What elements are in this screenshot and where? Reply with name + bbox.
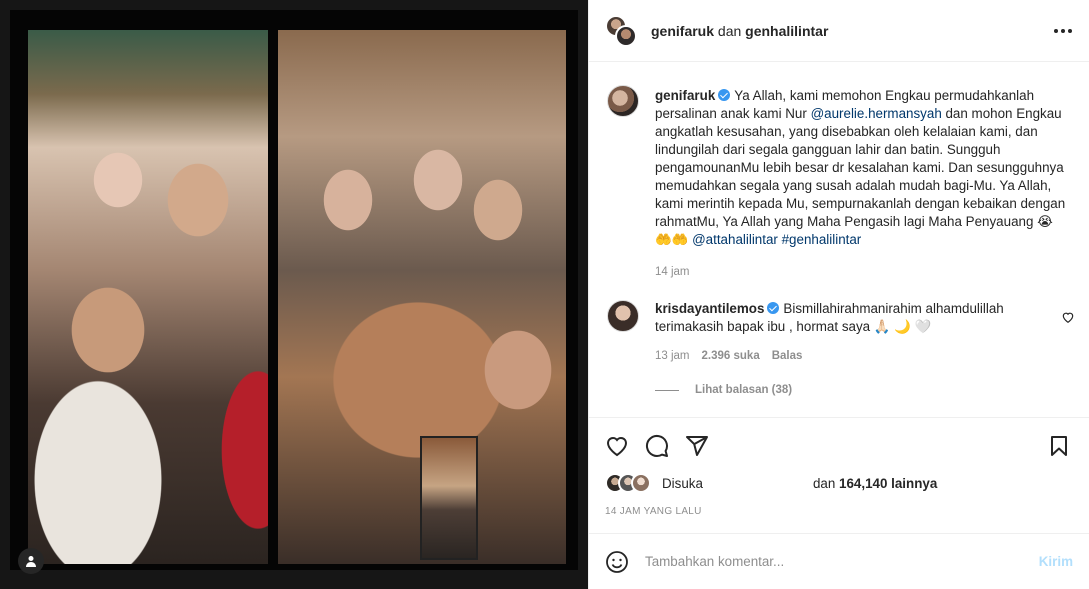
verified-badge-icon	[718, 89, 731, 101]
like-comment-heart-icon[interactable]	[1061, 310, 1075, 324]
likes-and: dan	[812, 475, 836, 491]
bookmark-icon[interactable]	[1047, 434, 1071, 458]
post-comment-button[interactable]: Kirim	[1039, 554, 1073, 569]
mention-link[interactable]: @aurelie.hermansyah	[811, 106, 942, 121]
reply-button[interactable]: Balas	[772, 350, 803, 362]
avatar[interactable]	[607, 300, 639, 332]
hashtag-link[interactable]: #genhalilintar	[782, 232, 862, 247]
comment-time[interactable]: 13 jam	[655, 350, 690, 362]
avatar[interactable]	[607, 85, 639, 117]
caption-text: genifaruk Ya Allah, kami memohon Engkau p…	[655, 81, 1073, 281]
post-header: genifaruk dan genhalilintar	[589, 0, 1089, 62]
more-options-button[interactable]	[1051, 21, 1075, 41]
tagged-users-button[interactable]	[18, 548, 44, 574]
author-link-genifaruk[interactable]: genifaruk	[651, 23, 714, 39]
verified-badge-icon	[767, 302, 780, 314]
dot-icon	[1054, 29, 1058, 33]
video-call-inset	[420, 436, 478, 560]
view-replies-label: Lihat balasan (38)	[695, 384, 793, 396]
caption-username[interactable]: genifaruk	[655, 88, 715, 103]
share-icon[interactable]	[685, 434, 709, 458]
comment-username[interactable]: krisdayantilemos	[655, 301, 764, 316]
post-media[interactable]	[0, 0, 588, 589]
avatar	[631, 473, 651, 493]
comments-section[interactable]: genifaruk Ya Allah, kami memohon Engkau p…	[589, 63, 1089, 418]
comment-meta: 13 jam 2.396 suka Balas	[655, 350, 1073, 362]
post-authors: genifaruk dan genhalilintar	[651, 23, 828, 39]
mention-link[interactable]: @attahalilintar	[692, 232, 778, 247]
emoji-icon[interactable]	[605, 550, 629, 574]
heart-icon[interactable]	[605, 434, 629, 458]
dot-icon	[1068, 29, 1072, 33]
collab-avatars[interactable]	[605, 14, 637, 47]
comment-item: krisdayantilemos Bismillahirahmanirahim a…	[605, 300, 1075, 396]
caption-text-part: dan mohon Engkau angkatlah kesusahan, ya…	[655, 106, 1066, 247]
view-replies-button[interactable]: Lihat balasan (38)	[655, 384, 1073, 396]
caption: genifaruk Ya Allah, kami memohon Engkau p…	[605, 81, 1073, 281]
add-comment-bar: Kirim	[589, 533, 1089, 589]
likes-count[interactable]: 164,140 lainnya	[839, 476, 937, 491]
likes-text: Disuka dan 164,140 lainnya	[662, 476, 937, 491]
likes-prefix: Disuka	[662, 475, 703, 491]
photo-group-selfie	[28, 30, 268, 564]
comment-text: krisdayantilemos Bismillahirahmanirahim a…	[655, 300, 1045, 336]
comment-input[interactable]	[645, 554, 1039, 569]
dot-icon	[1061, 29, 1065, 33]
post-timestamp[interactable]: 14 JAM YANG LALU	[605, 506, 702, 517]
author-link-genhalilintar[interactable]: genhalilintar	[745, 23, 828, 39]
likes-summary[interactable]: Disuka dan 164,140 lainnya	[605, 473, 937, 493]
caption-time: 14 jam	[655, 266, 690, 278]
comment-icon[interactable]	[645, 434, 669, 458]
person-icon	[26, 556, 36, 567]
avatar	[615, 24, 637, 47]
action-bar	[589, 420, 1089, 472]
comment-likes[interactable]: 2.396 suka	[702, 350, 760, 362]
authors-conjunction: dan	[717, 22, 742, 39]
divider	[655, 389, 679, 391]
post-panel: genifaruk dan genhalilintar genifaruk Ya …	[588, 0, 1089, 589]
